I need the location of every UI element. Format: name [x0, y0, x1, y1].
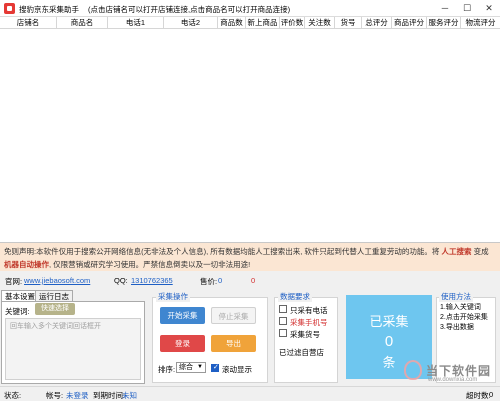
qq-link[interactable]: 1310762365 — [131, 276, 173, 285]
usage-step: 1.输入关键词 — [440, 304, 481, 311]
usage-step: 2.点击开始采集 — [440, 314, 488, 321]
login-button[interactable]: 登录 — [160, 335, 205, 352]
only-with-phone-checkbox[interactable] — [279, 305, 287, 313]
scroll-display-checkbox[interactable]: ✓ — [211, 364, 219, 372]
sort-label: 排序: — [158, 365, 176, 374]
keyword-input[interactable]: 回车输入多个关键词回话框开 — [5, 318, 141, 380]
website-label: 官网: — [5, 277, 23, 286]
column-header[interactable]: 货号 — [335, 17, 362, 29]
website-link[interactable]: www.jiebaosoft.com — [24, 276, 90, 285]
start-collect-button[interactable]: 开始采集 — [160, 307, 205, 324]
sort-select[interactable]: 综合 ▼ — [176, 362, 206, 373]
collect-ops-title: 采集操作 — [156, 291, 190, 302]
filtered-self-run-text: 已过滤自营店 — [279, 348, 324, 357]
column-header[interactable]: 总评分 — [362, 17, 392, 29]
status-bar: 状态: 帐号: 未登录 到期时间: 未知 超时数: 0 — [0, 386, 500, 401]
column-header[interactable]: 商品数 — [218, 17, 246, 29]
watermark-url: www.downxia.com — [428, 377, 478, 383]
export-button[interactable]: 导出 — [211, 335, 256, 352]
collect-sku-label: 采集货号 — [290, 330, 320, 339]
watermark-logo-icon — [404, 360, 422, 380]
column-header[interactable]: 新上商品 — [246, 17, 280, 29]
check-icon: ✓ — [213, 364, 219, 371]
app-logo-icon — [4, 3, 15, 14]
collect-mobile-checkbox[interactable] — [279, 317, 287, 325]
quick-select-button[interactable]: 快速选择 — [35, 303, 75, 315]
keyword-label: 关键词: — [5, 307, 30, 316]
column-header[interactable]: 电话1 — [108, 17, 164, 29]
column-header[interactable]: 电话2 — [164, 17, 218, 29]
collect-sku-checkbox[interactable] — [279, 329, 287, 337]
only-with-phone-label: 只采有电话 — [290, 306, 328, 315]
price-extra-value: 0 — [251, 276, 256, 285]
scroll-display-label: 滚动显示 — [222, 365, 252, 374]
column-header[interactable]: 物流评分 — [461, 17, 500, 29]
window-title: 搜豹京东采集助手 — [19, 5, 79, 14]
table-header: 店铺名 商品名 电话1 电话2 商品数 新上商品 评价数 关注数 货号 总评分 … — [0, 17, 500, 29]
expire-value: 未知 — [122, 391, 137, 400]
counter-value: 0 — [384, 333, 394, 350]
timeout-label: 超时数: — [466, 391, 491, 400]
account-label: 帐号: — [46, 391, 64, 400]
qq-label: QQ: — [114, 276, 128, 285]
price-value: 0 — [218, 276, 223, 285]
maximize-button[interactable]: ☐ — [456, 0, 478, 17]
account-value: 未登录 — [66, 391, 89, 400]
info-row: 官网: www.jiebaosoft.com QQ: 1310762365 售价… — [0, 273, 500, 287]
column-header[interactable]: 店铺名 — [0, 17, 57, 29]
usage-title: 使用方法 — [439, 291, 473, 302]
column-header[interactable]: 关注数 — [305, 17, 335, 29]
window-hint: (点击店铺名可以打开店铺连接,点击商品名可以打开商品连接) — [88, 5, 291, 14]
chevron-down-icon: ▼ — [197, 364, 203, 370]
column-header[interactable]: 评价数 — [280, 17, 305, 29]
results-table[interactable]: 店铺名 商品名 电话1 电话2 商品数 新上商品 评价数 关注数 货号 总评分 … — [0, 17, 500, 243]
expire-label: 到期时间: — [93, 391, 126, 400]
column-header[interactable]: 服务评分 — [427, 17, 461, 29]
stop-collect-button[interactable]: 停止采集 — [211, 307, 256, 324]
price-label: 售价: — [200, 277, 218, 286]
data-requirements-title: 数据要求 — [278, 291, 312, 302]
disclaimer-highlight: 机器自动操作 — [4, 260, 49, 269]
minimize-button[interactable]: ─ — [434, 0, 456, 17]
disclaimer-highlight: 人工搜索 — [441, 247, 472, 256]
title-bar: 搜豹京东采集助手 (点击店铺名可以打开店铺连接,点击商品名可以打开商品连接) ─… — [0, 0, 500, 17]
column-header[interactable]: 商品评分 — [392, 17, 427, 29]
timeout-value: 0 — [489, 390, 494, 399]
collect-mobile-label: 采集手机号 — [290, 318, 328, 327]
disclaimer-banner: 免则声明:本软件仅用于搜索公开网络信息(无非法及个人信息), 所有数据均能人工搜… — [0, 243, 500, 271]
usage-step: 3.导出数据 — [440, 324, 474, 331]
close-button[interactable]: ✕ — [478, 0, 500, 17]
counter-label: 已采集 — [369, 314, 409, 329]
column-header[interactable]: 商品名 — [57, 17, 108, 29]
disclaimer-text: , 仅限营销或研究学习使用。严禁信息倒卖以及一切非法用途! — [49, 260, 251, 269]
disclaimer-text: 免则声明:本软件仅用于搜索公开网络信息(无非法及个人信息), 所有数据均能人工搜… — [4, 247, 442, 256]
disclaimer-text: 变成 — [471, 247, 489, 256]
sort-select-value: 综合 — [179, 364, 193, 371]
status-label: 状态: — [4, 391, 22, 400]
